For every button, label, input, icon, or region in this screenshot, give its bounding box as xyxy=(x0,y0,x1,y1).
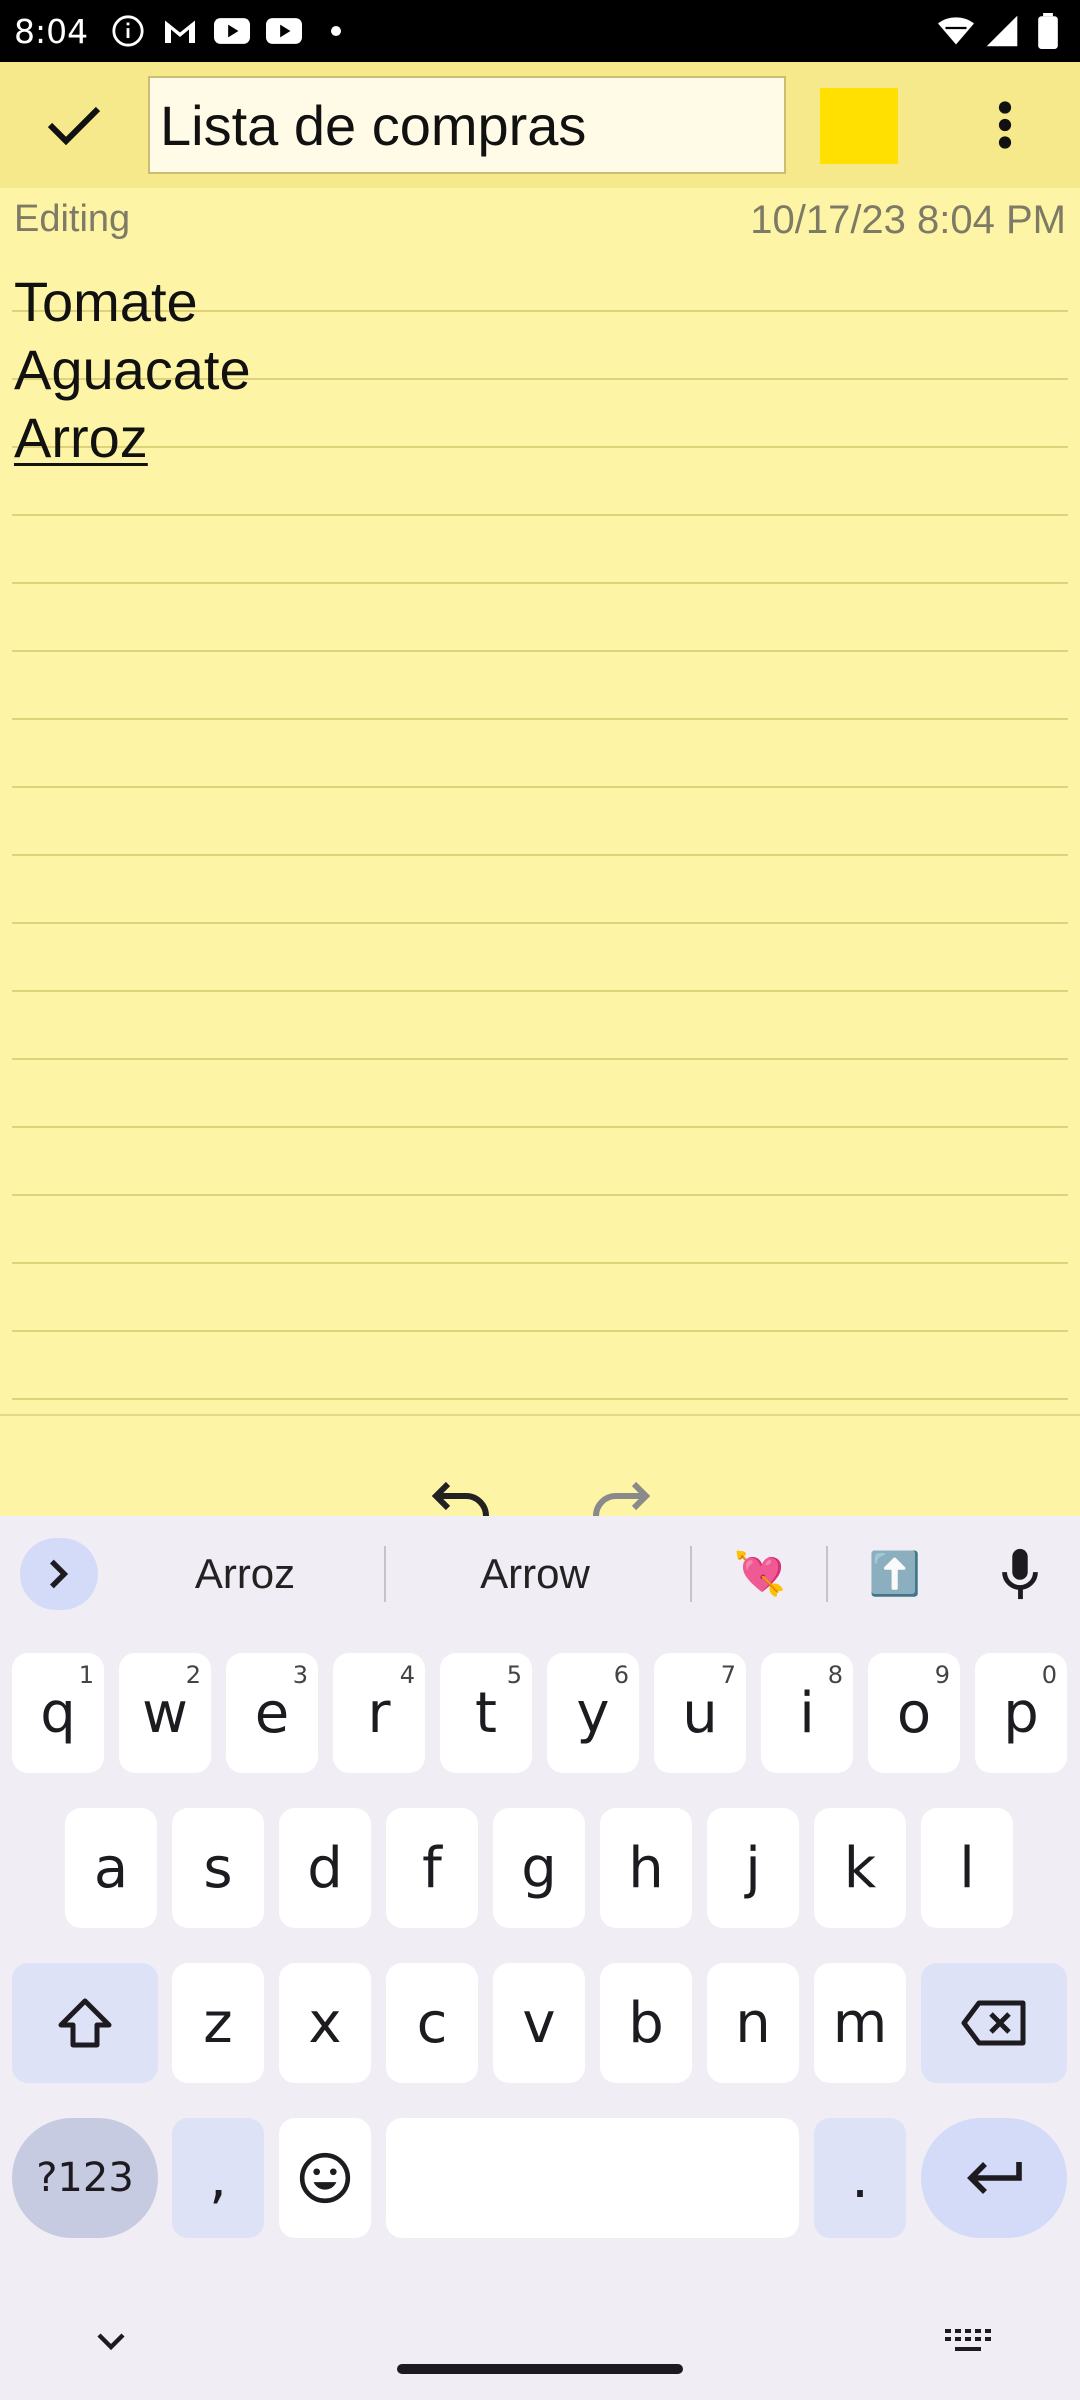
note-toolbar xyxy=(0,62,1080,188)
info-icon xyxy=(110,13,146,49)
hide-keyboard-button[interactable] xyxy=(86,2316,136,2366)
key-c[interactable]: c xyxy=(386,1963,478,2083)
space-key[interactable] xyxy=(386,2118,799,2238)
note-title-input[interactable] xyxy=(148,76,786,174)
note-line: Tomate xyxy=(14,270,198,333)
signal-icon xyxy=(984,13,1020,49)
dot-icon xyxy=(318,13,354,49)
chevron-down-icon xyxy=(97,2333,125,2351)
key-k[interactable]: k xyxy=(814,1808,906,1928)
suggestion-divider xyxy=(384,1546,386,1602)
undo-button[interactable] xyxy=(420,1436,504,1516)
period-key[interactable]: . xyxy=(814,2118,906,2238)
key-a[interactable]: a xyxy=(65,1808,157,1928)
suggestion-item[interactable]: Arrow xyxy=(420,1538,650,1610)
note-color-button[interactable] xyxy=(820,88,898,164)
smiley-icon xyxy=(299,2152,351,2204)
symbols-key[interactable]: ?123 xyxy=(12,2118,158,2238)
more-options-button[interactable] xyxy=(960,82,1050,168)
key-b[interactable]: b xyxy=(600,1963,692,2083)
keyboard-menu-button[interactable] xyxy=(20,1538,98,1610)
emoji-key[interactable] xyxy=(279,2118,371,2238)
note-line: Aguacate xyxy=(14,338,251,401)
enter-key[interactable] xyxy=(921,2118,1067,2238)
key-j[interactable]: j xyxy=(707,1808,799,1928)
key-n[interactable]: n xyxy=(707,1963,799,2083)
key-i[interactable]: i8 xyxy=(761,1653,853,1773)
key-d[interactable]: d xyxy=(279,1808,371,1928)
key-q[interactable]: q1 xyxy=(12,1653,104,1773)
wifi-icon xyxy=(938,13,974,49)
emoji-suggestion[interactable]: ⬆️ xyxy=(855,1538,935,1610)
emoji-suggestion[interactable]: 💘 xyxy=(720,1538,800,1610)
key-z[interactable]: z xyxy=(172,1963,264,2083)
notification-icons xyxy=(110,13,354,49)
key-v[interactable]: v xyxy=(493,1963,585,2083)
note-line-composing: Arroz xyxy=(14,406,148,469)
redo-button[interactable] xyxy=(578,1436,662,1516)
keyboard-icon xyxy=(945,2329,991,2351)
backspace-icon xyxy=(961,2000,1026,2046)
soft-keyboard: Arroz Arrow 💘 ⬆️ q1 w2 e3 r4 t5 y6 u7 i8… xyxy=(0,1516,1080,2400)
key-w[interactable]: w2 xyxy=(119,1653,211,1773)
edit-controls-bar xyxy=(0,1414,1080,1516)
system-icons xyxy=(938,13,1066,49)
comma-key[interactable]: , xyxy=(172,2118,264,2238)
enter-icon xyxy=(967,2162,1022,2194)
edit-status-label: Editing xyxy=(14,198,131,240)
voice-input-button[interactable] xyxy=(980,1538,1060,1610)
suggestion-divider xyxy=(826,1546,828,1602)
undo-icon xyxy=(431,1481,489,1516)
gmail-icon xyxy=(162,13,198,49)
shift-icon xyxy=(58,1998,112,2048)
key-t[interactable]: t5 xyxy=(440,1653,532,1773)
key-y[interactable]: y6 xyxy=(547,1653,639,1773)
key-h[interactable]: h xyxy=(600,1808,692,1928)
status-bar: 8:04 xyxy=(0,0,1080,62)
save-button[interactable] xyxy=(0,62,148,188)
check-icon xyxy=(47,106,101,146)
suggestion-strip: Arroz Arrow 💘 ⬆️ xyxy=(0,1516,1080,1630)
key-e[interactable]: e3 xyxy=(226,1653,318,1773)
shift-key[interactable] xyxy=(12,1963,158,2083)
youtube-icon xyxy=(214,13,251,49)
key-o[interactable]: o9 xyxy=(868,1653,960,1773)
key-s[interactable]: s xyxy=(172,1808,264,1928)
battery-icon xyxy=(1030,13,1066,49)
suggestion-item[interactable]: Arroz xyxy=(140,1538,350,1610)
status-time: 8:04 xyxy=(14,11,89,51)
key-r[interactable]: r4 xyxy=(333,1653,425,1773)
key-g[interactable]: g xyxy=(493,1808,585,1928)
chevron-right-icon xyxy=(50,1559,69,1589)
redo-icon xyxy=(593,1481,651,1516)
note-body[interactable]: Tomate Aguacate Arroz xyxy=(14,268,251,472)
key-p[interactable]: p0 xyxy=(975,1653,1067,1773)
mic-icon xyxy=(1002,1548,1038,1600)
note-timestamp: 10/17/23 8:04 PM xyxy=(750,198,1066,242)
key-x[interactable]: x xyxy=(279,1963,371,2083)
note-editor[interactable]: Editing 10/17/23 8:04 PM Tomate Aguacate… xyxy=(0,188,1080,1414)
switch-keyboard-button[interactable] xyxy=(940,2316,996,2366)
key-f[interactable]: f xyxy=(386,1808,478,1928)
keyboard-nav-row xyxy=(0,2306,1080,2400)
key-u[interactable]: u7 xyxy=(654,1653,746,1773)
key-l[interactable]: l xyxy=(921,1808,1013,1928)
backspace-key[interactable] xyxy=(921,1963,1067,2083)
suggestion-divider xyxy=(690,1546,692,1602)
youtube-icon xyxy=(266,13,303,49)
more-vert-icon xyxy=(998,101,1012,149)
key-m[interactable]: m xyxy=(814,1963,906,2083)
home-indicator[interactable] xyxy=(397,2364,683,2374)
